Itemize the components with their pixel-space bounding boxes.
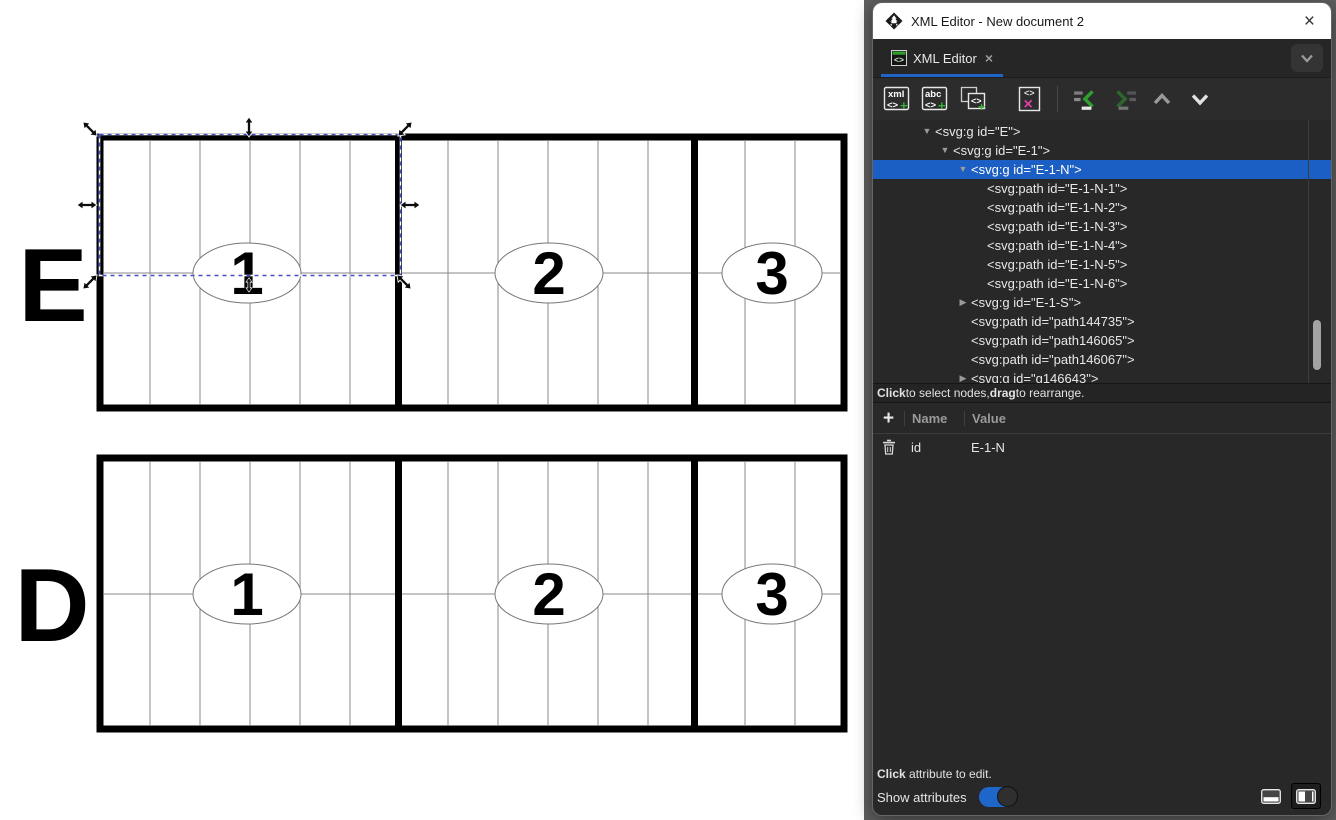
svg-text:1: 1 <box>230 561 263 628</box>
attributes-empty-area <box>873 460 1331 765</box>
new-text-node-button[interactable]: abc <> + <box>920 84 950 114</box>
tree-node[interactable]: <svg:path id="E-1-N-3"> <box>873 217 1331 236</box>
unindent-node-icon <box>1073 86 1099 112</box>
svg-text:2: 2 <box>532 240 565 307</box>
svg-text:+: + <box>978 100 985 114</box>
attribute-row[interactable]: id E-1-N <box>873 434 1331 460</box>
tab-bar: <> XML Editor × <box>873 39 1331 78</box>
tree-node[interactable]: <svg:path id="path144735"> <box>873 312 1331 331</box>
move-node-down-button[interactable] <box>1185 84 1215 114</box>
svg-text:2: 2 <box>532 561 565 628</box>
chevron-up-icon <box>1149 86 1175 112</box>
tree-node[interactable]: <svg:g id="E"> <box>873 122 1331 141</box>
layout-horizontal-panes-button[interactable] <box>1257 784 1285 808</box>
svg-text:1: 1 <box>230 240 263 307</box>
scale-handle-nw <box>80 119 100 139</box>
indent-node-button[interactable] <box>1109 84 1139 114</box>
svg-text:<>: <> <box>925 100 937 111</box>
tab-close-icon[interactable]: × <box>985 50 993 66</box>
expander-icon[interactable] <box>937 141 953 160</box>
svg-text:+: + <box>900 98 908 113</box>
tree-node[interactable]: <svg:path id="E-1-N-1"> <box>873 179 1331 198</box>
layout-vertical-panes-button[interactable] <box>1291 783 1321 809</box>
duplicate-node-button[interactable]: <> + <box>958 84 988 114</box>
duplicate-node-icon: <> + <box>958 84 988 114</box>
parking-lot-E[interactable]: E 1 2 3 <box>18 137 844 408</box>
lot-letter-D: D <box>14 548 89 664</box>
tree-node[interactable]: <svg:path id="E-1-N-2"> <box>873 198 1331 217</box>
show-attributes-label: Show attributes <box>877 790 967 805</box>
xml-toolbar: xml <> + abc <> + <> + <> <box>873 78 1331 120</box>
dialog-footer: Click attribute to edit. Show attributes <box>873 765 1331 815</box>
tab-label: XML Editor <box>913 51 977 66</box>
tree-node[interactable]: <svg:path id="path146065"> <box>873 331 1331 350</box>
scale-handle-e <box>400 201 420 209</box>
tree-node[interactable]: <svg:path id="E-1-N-5"> <box>873 255 1331 274</box>
dialog-titlebar[interactable]: XML Editor - New document 2 × <box>873 3 1331 39</box>
tree-node[interactable]: <svg:g id="g146643"> <box>873 369 1331 383</box>
plus-icon: + <box>883 409 894 428</box>
xml-node-tree[interactable]: <svg:g id="E"> <svg:g id="E-1"> <svg:g i… <box>873 120 1331 383</box>
tree-node[interactable]: <svg:path id="E-1-N-4"> <box>873 236 1331 255</box>
expander-icon[interactable] <box>919 122 935 141</box>
chevron-down-icon <box>1298 49 1316 67</box>
tab-xml-editor[interactable]: <> XML Editor × <box>881 39 1003 77</box>
dialog-title: XML Editor - New document 2 <box>911 14 1084 29</box>
tree-node-selected[interactable]: <svg:g id="E-1-N"> <box>873 160 1331 179</box>
move-node-up-button[interactable] <box>1147 84 1177 114</box>
inkscape-logo-icon <box>885 12 903 30</box>
column-header-value: Value <box>964 411 1331 426</box>
drawing-canvas[interactable]: E 1 2 3 <box>0 0 872 820</box>
expander-icon[interactable] <box>955 369 971 383</box>
tab-overflow-button[interactable] <box>1291 44 1323 72</box>
toggle-knob <box>997 786 1018 807</box>
tree-node[interactable]: <svg:g id="E-1"> <box>873 141 1331 160</box>
unindent-node-button[interactable] <box>1071 84 1101 114</box>
attribute-value[interactable]: E-1-N <box>964 440 1331 455</box>
expander-icon[interactable] <box>955 160 971 179</box>
column-header-name: Name <box>904 411 964 426</box>
section-badges-E[interactable]: 1 2 3 <box>193 240 822 307</box>
expander-icon[interactable] <box>955 293 971 312</box>
scale-handle-w <box>77 201 97 209</box>
svg-text:×: × <box>1024 96 1033 113</box>
section-badges-D[interactable]: 1 2 3 <box>193 561 822 628</box>
indent-node-icon <box>1111 86 1137 112</box>
xml-editor-icon: <> <box>891 50 907 66</box>
svg-text:3: 3 <box>755 240 788 307</box>
scrollbar-thumb[interactable] <box>1313 320 1321 370</box>
delete-attribute-button[interactable] <box>873 439 904 455</box>
vertical-panes-icon <box>1296 789 1316 804</box>
new-element-node-button[interactable]: xml <> + <box>882 84 912 114</box>
new-element-node-icon: xml <> + <box>882 84 912 114</box>
tree-hint: Click to select nodes, drag to rearrange… <box>873 383 1331 403</box>
tree-scrollbar[interactable] <box>1308 120 1331 383</box>
svg-text:<>: <> <box>894 55 904 65</box>
svg-text:3: 3 <box>755 561 788 628</box>
horizontal-panes-icon <box>1261 789 1281 804</box>
toolbar-separator <box>1057 86 1058 112</box>
attributes-header: + Name Value <box>873 403 1331 434</box>
tree-node[interactable]: <svg:path id="path146067"> <box>873 350 1331 369</box>
chevron-down-icon <box>1187 86 1213 112</box>
show-attributes-toggle[interactable] <box>979 787 1017 807</box>
delete-node-button[interactable]: <> × <box>1014 84 1044 114</box>
parking-lot-D[interactable]: D 1 2 3 <box>14 458 844 729</box>
attribute-edit-hint: Click attribute to edit. <box>877 767 1331 781</box>
svg-text:+: + <box>938 98 946 113</box>
tree-node[interactable]: <svg:path id="E-1-N-6"> <box>873 274 1331 293</box>
new-text-node-icon: abc <> + <box>920 84 950 114</box>
xml-editor-dialog: XML Editor - New document 2 × <> XML Edi… <box>872 2 1332 816</box>
active-tab-underline <box>881 74 1003 77</box>
attribute-name[interactable]: id <box>904 440 964 455</box>
lot-letter-E: E <box>18 228 87 344</box>
delete-node-icon: <> × <box>1014 84 1044 114</box>
add-attribute-button[interactable]: + <box>873 409 904 428</box>
tree-node[interactable]: <svg:g id="E-1-S"> <box>873 293 1331 312</box>
close-icon[interactable]: × <box>1300 12 1319 31</box>
svg-text:<>: <> <box>887 100 899 111</box>
trash-icon <box>882 439 896 455</box>
